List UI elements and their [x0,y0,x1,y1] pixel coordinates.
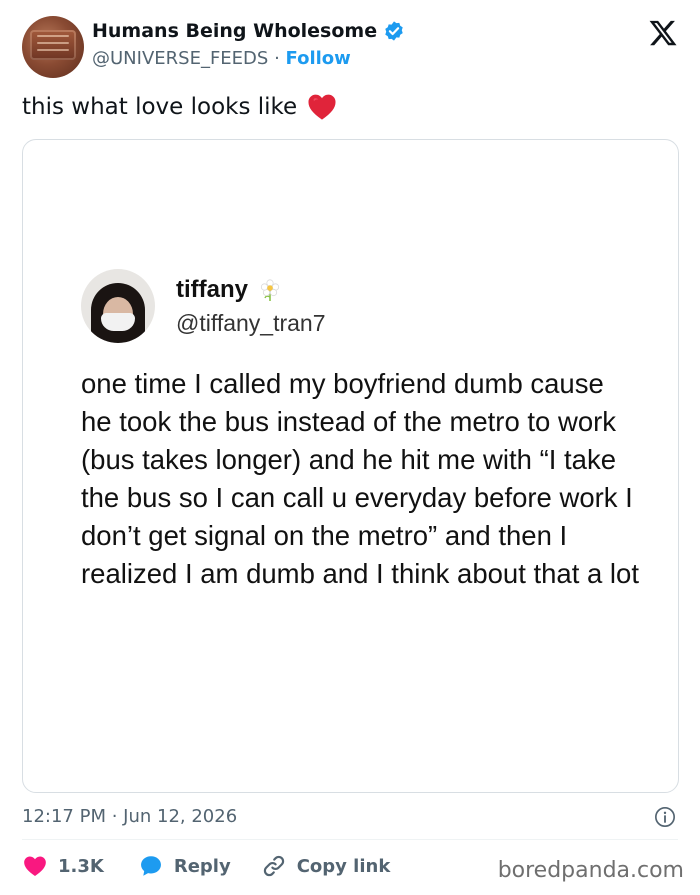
author-handle[interactable]: @UNIVERSE_FEEDS [92,48,268,69]
author-avatar[interactable] [22,16,84,78]
author-handle-row: @UNIVERSE_FEEDS · Follow [92,48,351,69]
author-name-row: Humans Being Wholesome [92,20,405,42]
embedded-handle: @tiffany_tran7 [176,310,326,336]
like-button[interactable]: 1.3K [22,853,104,879]
verified-badge-icon [385,21,403,41]
like-count: 1.3K [58,855,104,877]
embedded-name: tiffany [176,276,248,303]
watermark: boredpanda.com [497,858,684,883]
link-icon [263,855,284,877]
divider [22,839,678,840]
follow-button[interactable]: Follow [286,48,351,69]
reply-button[interactable]: Reply [138,853,231,879]
embedded-name-row: tiffany [176,276,282,304]
x-logo-icon[interactable] [648,18,678,48]
embedded-avatar [81,269,155,343]
post-timestamp[interactable]: 12:17 PM · Jun 12, 2026 [22,806,237,827]
embedded-post-image[interactable]: tiffany @tiffany_tran7 one time I called… [22,139,679,793]
action-bar: 1.3K Reply Copy link [22,853,390,879]
handle-separator: · [274,48,280,69]
copy-link-button[interactable]: Copy link [261,853,391,879]
reply-label: Reply [173,855,231,877]
copy-link-label: Copy link [296,855,391,877]
embedded-body-text: one time I called my boyfriend dumb caus… [81,368,639,589]
heart-icon [24,856,46,876]
red-heart-emoji-icon [308,94,336,120]
tweet-text-row: this what love looks like [22,93,337,121]
reply-bubble-icon [140,856,161,876]
flower-emoji-icon [260,279,280,301]
info-icon[interactable] [654,806,676,828]
author-name[interactable]: Humans Being Wholesome [92,20,377,42]
tweet-text: this what love looks like [22,94,298,120]
